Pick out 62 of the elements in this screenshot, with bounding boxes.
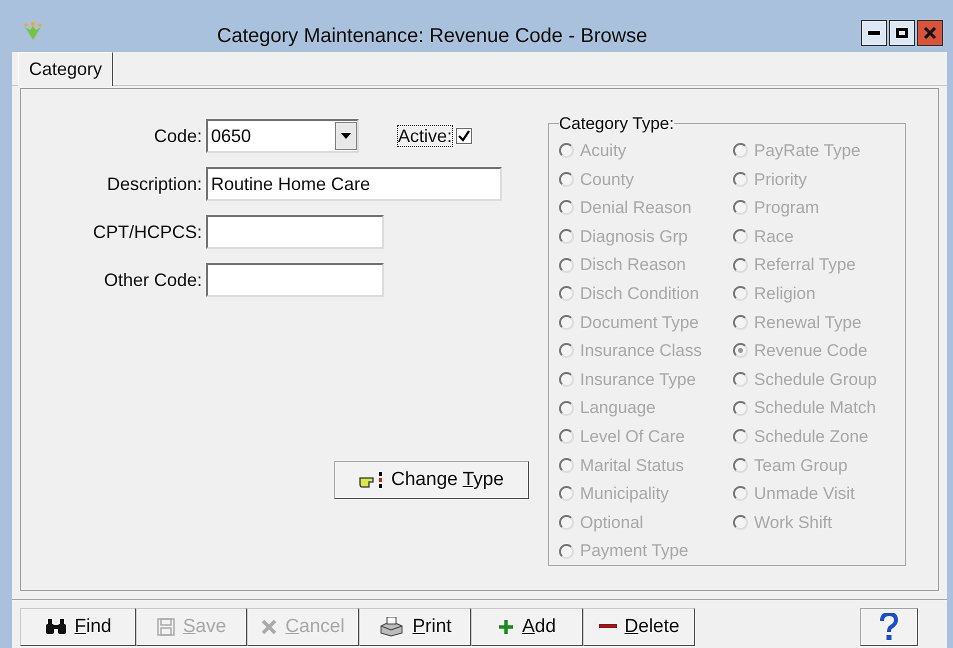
radio-label: Document Type	[580, 312, 699, 334]
radio-label: Disch Condition	[580, 283, 700, 306]
field-label: Code:	[152, 124, 203, 148]
help-button[interactable]	[860, 608, 918, 646]
radio-label: Unmade Visit	[754, 483, 855, 506]
radio-label: Schedule Zone	[754, 426, 868, 448]
radio-label: Schedule Match	[754, 397, 876, 420]
close-button[interactable]	[917, 20, 943, 46]
radio-label: Insurance Type	[580, 368, 696, 391]
other-code-field[interactable]	[206, 263, 384, 297]
radio-label: Race	[754, 226, 794, 248]
radio-label: Insurance Class	[580, 340, 702, 362]
radio-label: Religion	[754, 283, 816, 306]
radio-label: Revenue Code	[754, 340, 868, 362]
radio-label: PayRate Type	[754, 140, 860, 162]
add-button[interactable]: Add	[471, 608, 583, 646]
radio-label: Disch Reason	[580, 254, 686, 276]
radio-label: Team Group	[754, 454, 848, 477]
radio-label: Program	[754, 197, 820, 220]
field-label: Description:	[106, 172, 203, 196]
maximize-button[interactable]	[889, 20, 915, 46]
close-icon	[924, 27, 936, 39]
print-button[interactable]: Print	[359, 608, 471, 646]
minus-icon	[598, 624, 617, 630]
x-mark-icon	[261, 619, 278, 635]
field-label: Other Code:	[102, 268, 203, 292]
radio-label: Payment Type	[580, 540, 688, 562]
cpt-hcpcs-field[interactable]	[206, 215, 384, 249]
radio-label: Schedule Group	[754, 368, 877, 391]
dropdown-arrow-icon	[341, 133, 351, 139]
radio-label: Diagnosis Grp	[580, 226, 688, 248]
app-logo-icon	[22, 22, 44, 42]
plus-icon	[498, 619, 514, 635]
radio-label: Municipality	[580, 483, 669, 506]
delete-button[interactable]: Delete	[583, 608, 695, 646]
change-type-button[interactable]: Change Type	[334, 461, 529, 499]
radio-label: Acuity	[580, 140, 626, 162]
binoculars-icon	[44, 619, 67, 635]
window-title: Category Maintenance: Revenue Code - Browse	[217, 24, 648, 49]
find-button[interactable]: Find	[20, 608, 136, 646]
active-checkbox[interactable]	[456, 128, 472, 144]
minimize-icon	[868, 31, 880, 35]
field-label: CPT/HCPCS:	[92, 220, 203, 244]
help-icon	[880, 613, 898, 641]
description-field[interactable]: Routine Home Care	[206, 167, 502, 201]
radio-label: County	[580, 168, 634, 191]
tab[interactable]: Category	[18, 52, 114, 86]
radio-label: Level Of Care	[580, 426, 685, 448]
group-title: Category Type:	[559, 113, 674, 135]
radio-label: Language	[580, 397, 656, 420]
code-dropdown[interactable]: 0650	[206, 119, 359, 153]
radio-label: Renewal Type	[754, 312, 862, 334]
checkbox-label: Active:	[397, 125, 454, 147]
radio-label: Denial Reason	[580, 197, 692, 220]
radio-label: Optional	[580, 512, 644, 534]
radio-label: Priority	[754, 168, 807, 191]
radio-label: Work Shift	[754, 512, 832, 534]
radio-label: Marital Status	[580, 454, 684, 477]
maximize-icon	[896, 28, 908, 38]
minimize-button[interactable]	[861, 20, 887, 46]
printer-icon	[378, 617, 404, 637]
radio-label: Referral Type	[754, 254, 856, 276]
